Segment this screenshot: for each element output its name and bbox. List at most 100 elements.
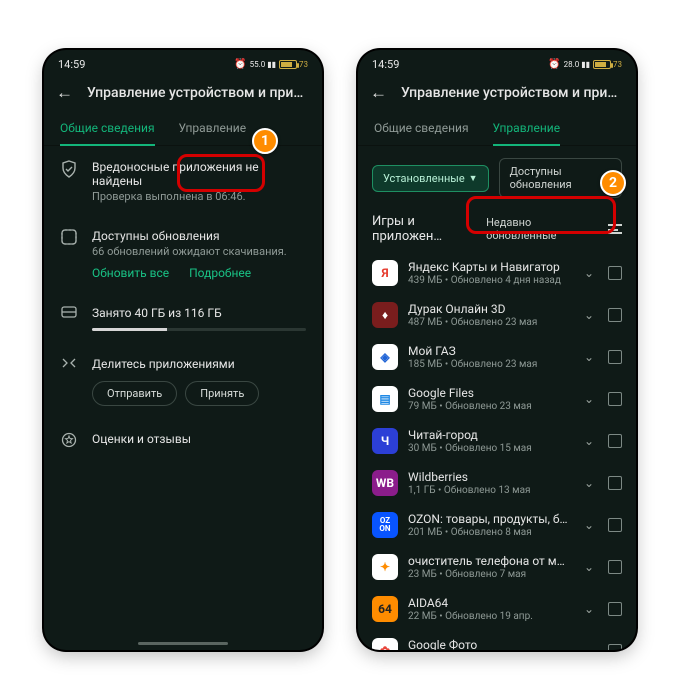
chevron-down-icon[interactable]: ⌄ xyxy=(580,350,598,364)
update-all-link[interactable]: Обновить все xyxy=(92,266,169,280)
app-meta: 79 МБ • Обновлено 23 мая xyxy=(408,401,570,412)
battery-icon: 73 xyxy=(279,60,308,69)
app-icon: ▤ xyxy=(372,386,398,412)
page-title: Управление устройством и приложен… xyxy=(401,85,624,101)
status-bar: 14:59 ⏰ 28.0 ▮▮ 73 xyxy=(358,50,636,75)
back-icon[interactable]: ← xyxy=(370,83,387,103)
app-name: Дурак Онлайн 3D xyxy=(408,302,570,316)
app-checkbox[interactable] xyxy=(608,602,622,616)
app-checkbox[interactable] xyxy=(608,434,622,448)
chevron-down-icon[interactable]: ⌄ xyxy=(580,476,598,490)
signal-icon: 28.0 ▮▮ xyxy=(564,60,590,69)
app-name: Google Files xyxy=(408,386,570,400)
chevron-down-icon[interactable]: ⌄ xyxy=(580,266,598,280)
signal-icon: 55.0 ▮▮ xyxy=(250,60,276,69)
app-icon: ✿ xyxy=(372,638,398,650)
app-row[interactable]: ЧЧитай-город30 МБ • Обновлено 15 мая⌄ xyxy=(358,420,636,462)
status-time: 14:59 xyxy=(372,58,399,71)
app-name: Google Фото xyxy=(408,638,570,650)
chevron-down-icon: ▼ xyxy=(469,173,478,184)
alarm-icon: ⏰ xyxy=(548,59,560,70)
page-title: Управление устройством и приложен… xyxy=(87,85,310,101)
app-checkbox[interactable] xyxy=(608,560,622,574)
tab-overview[interactable]: Общие сведения xyxy=(60,113,155,145)
chevron-down-icon[interactable]: ⌄ xyxy=(580,308,598,322)
app-row[interactable]: OZ ON OZON: товары, продукты, билеты201 М… xyxy=(358,504,636,546)
app-icon: ◈ xyxy=(372,344,398,370)
app-checkbox[interactable] xyxy=(608,350,622,364)
row-share: Делитесь приложениями Отправить Принять xyxy=(44,343,322,418)
safety-title: Вредоносные приложения не найдены xyxy=(92,160,306,188)
app-meta: 439 МБ • Обновлено 4 дня назад xyxy=(408,275,570,286)
titlebar: ← Управление устройством и приложен… xyxy=(44,75,322,113)
updates-title: Доступны обновления xyxy=(92,229,306,243)
updates-details-link[interactable]: Подробнее xyxy=(189,266,251,280)
app-meta: 30 МБ • Обновлено 15 мая xyxy=(408,443,570,454)
row-safety[interactable]: Вредоносные приложения не найдены Провер… xyxy=(44,146,322,215)
app-meta: 201 МБ • Обновлено 8 мая xyxy=(408,527,570,538)
app-icon: OZ ON xyxy=(372,512,398,538)
share-icon xyxy=(60,357,78,369)
chevron-down-icon[interactable]: ⌄ xyxy=(580,392,598,406)
app-checkbox[interactable] xyxy=(608,476,622,490)
app-name: OZON: товары, продукты, билеты xyxy=(408,512,570,526)
app-row[interactable]: 64AIDA6422 МБ • Обновлено 19 апр.⌄ xyxy=(358,588,636,630)
app-row[interactable]: ✿Google Фото752 МБ • Обновлено 18 апр.⌄ xyxy=(358,630,636,650)
app-meta: 23 МБ • Обновлено 7 мая xyxy=(408,569,570,580)
status-icons: ⏰ 55.0 ▮▮ 73 xyxy=(234,59,308,70)
phone-left: 14:59 ⏰ 55.0 ▮▮ 73 ← Управление устройст… xyxy=(44,50,322,650)
app-row[interactable]: ♦Дурак Онлайн 3D487 МБ • Обновлено 23 ма… xyxy=(358,294,636,336)
safety-sub: Проверка выполнена в 06:46. xyxy=(92,190,306,203)
updates-sub: 66 обновлений ожидают скачивания. xyxy=(92,245,306,258)
home-indicator xyxy=(138,642,228,645)
app-name: Мой ГАЗ xyxy=(408,344,570,358)
app-icon: ✦ xyxy=(372,554,398,580)
storage-bar xyxy=(92,328,306,331)
list-title: Игры и приложен… xyxy=(372,214,486,244)
updates-icon xyxy=(60,229,78,245)
back-icon[interactable]: ← xyxy=(56,83,73,103)
app-meta: 1,1 ГБ • Обновлено 13 мая xyxy=(408,485,570,496)
status-icons: ⏰ 28.0 ▮▮ 73 xyxy=(548,59,622,70)
tab-manage[interactable]: Управление xyxy=(493,113,561,145)
app-checkbox[interactable] xyxy=(608,266,622,280)
tabs: Общие сведения Управление xyxy=(44,113,322,146)
row-updates[interactable]: Доступны обновления 66 обновлений ожидаю… xyxy=(44,215,322,292)
app-row[interactable]: ✦очиститель телефона от мусора23 МБ • Об… xyxy=(358,546,636,588)
share-title: Делитесь приложениями xyxy=(92,357,306,371)
tab-overview[interactable]: Общие сведения xyxy=(374,113,469,145)
callout-2-badge: 2 xyxy=(600,170,626,196)
reviews-title: Оценки и отзывы xyxy=(92,432,306,446)
status-time: 14:59 xyxy=(58,58,85,71)
share-send-button[interactable]: Отправить xyxy=(92,381,177,406)
sort-button[interactable]: Недавно обновленные xyxy=(486,216,622,242)
tab-manage[interactable]: Управление xyxy=(179,113,247,145)
chevron-down-icon[interactable]: ⌄ xyxy=(580,644,598,650)
app-icon: Ч xyxy=(372,428,398,454)
list-header: Игры и приложен… Недавно обновленные xyxy=(358,210,636,252)
app-meta: 22 МБ • Обновлено 19 апр. xyxy=(408,611,570,622)
app-checkbox[interactable] xyxy=(608,308,622,322)
sort-icon xyxy=(608,224,622,234)
app-row[interactable]: ЯЯндекс Карты и Навигатор439 МБ • Обновл… xyxy=(358,252,636,294)
row-storage[interactable]: Занято 40 ГБ из 116 ГБ xyxy=(44,292,322,343)
chevron-down-icon[interactable]: ⌄ xyxy=(580,560,598,574)
chip-installed[interactable]: Установленные ▼ xyxy=(372,165,489,192)
app-row[interactable]: ◈Мой ГАЗ185 МБ • Обновлено 23 мая⌄ xyxy=(358,336,636,378)
app-name: AIDA64 xyxy=(408,596,570,610)
chevron-down-icon[interactable]: ⌄ xyxy=(580,434,598,448)
share-receive-button[interactable]: Принять xyxy=(185,381,259,406)
app-row[interactable]: ▤ Google Files79 МБ • Обновлено 23 мая ⌄ xyxy=(358,378,636,420)
row-reviews[interactable]: Оценки и отзывы xyxy=(44,418,322,460)
app-checkbox[interactable] xyxy=(608,644,622,650)
app-checkbox[interactable] xyxy=(608,518,622,532)
chevron-down-icon[interactable]: ⌄ xyxy=(580,518,598,532)
chevron-down-icon[interactable]: ⌄ xyxy=(580,602,598,616)
app-row[interactable]: WBWildberries1,1 ГБ • Обновлено 13 мая⌄ xyxy=(358,462,636,504)
storage-icon xyxy=(60,306,78,318)
tutorial-compare: 14:59 ⏰ 55.0 ▮▮ 73 ← Управление устройст… xyxy=(0,0,680,700)
app-checkbox[interactable] xyxy=(608,392,622,406)
callout-1-badge: 1 xyxy=(252,128,278,154)
app-icon: Я xyxy=(372,260,398,286)
app-name: Wildberries xyxy=(408,470,570,484)
